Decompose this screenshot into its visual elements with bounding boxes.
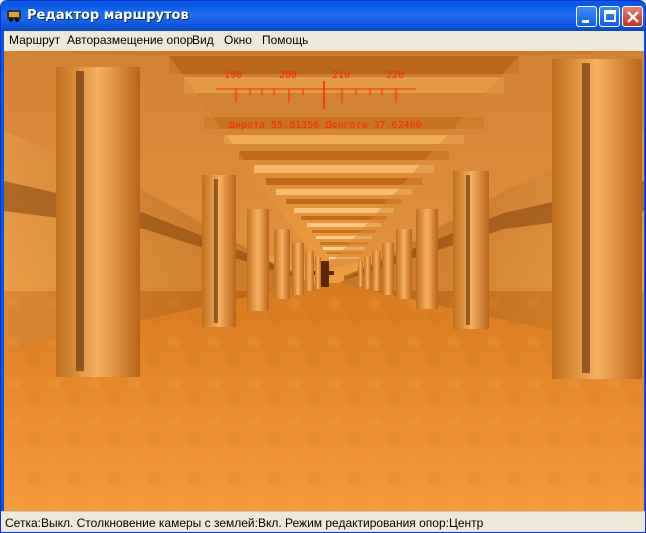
window-title: Редактор маршрутов <box>27 8 189 23</box>
coordinates-readout: Широта 55.81356 Долгота 37.62400 <box>229 120 422 131</box>
compass-tick-200: 200 <box>279 70 297 81</box>
3d-viewport[interactable]: 190 200 210 220 Широта 55.81356 Долгота … <box>4 51 644 511</box>
menu-help[interactable]: Помощь <box>262 32 308 48</box>
metro-scene: 190 200 210 220 Широта 55.81356 Долгота … <box>4 51 644 511</box>
close-icon <box>627 11 639 23</box>
compass-tick-220: 220 <box>386 70 404 81</box>
app-icon <box>7 10 21 22</box>
maximize-button[interactable] <box>599 6 620 27</box>
menu-route[interactable]: Маршрут <box>9 32 60 48</box>
maximize-icon <box>604 10 616 22</box>
menu-view[interactable]: Вид <box>192 32 214 48</box>
app-window: Редактор маршрутов Маршрут Авторазмещени… <box>0 0 646 533</box>
close-button[interactable] <box>622 6 643 27</box>
title-bar[interactable]: Редактор маршрутов <box>1 1 645 31</box>
status-bar: Сетка:Выкл. Столкновение камеры с землей… <box>1 511 645 532</box>
menu-window[interactable]: Окно <box>224 32 252 48</box>
menu-bar: Маршрут Авторазмещение опор Вид Окно Пом… <box>4 31 644 49</box>
minimize-button[interactable] <box>576 6 597 27</box>
menu-auto-placement[interactable]: Авторазмещение опор <box>67 32 193 48</box>
minimize-icon <box>582 20 589 23</box>
status-text: Сетка:Выкл. Столкновение камеры с землей… <box>5 516 484 530</box>
compass-tick-210: 210 <box>332 70 350 81</box>
compass-tick-190: 190 <box>224 70 242 81</box>
